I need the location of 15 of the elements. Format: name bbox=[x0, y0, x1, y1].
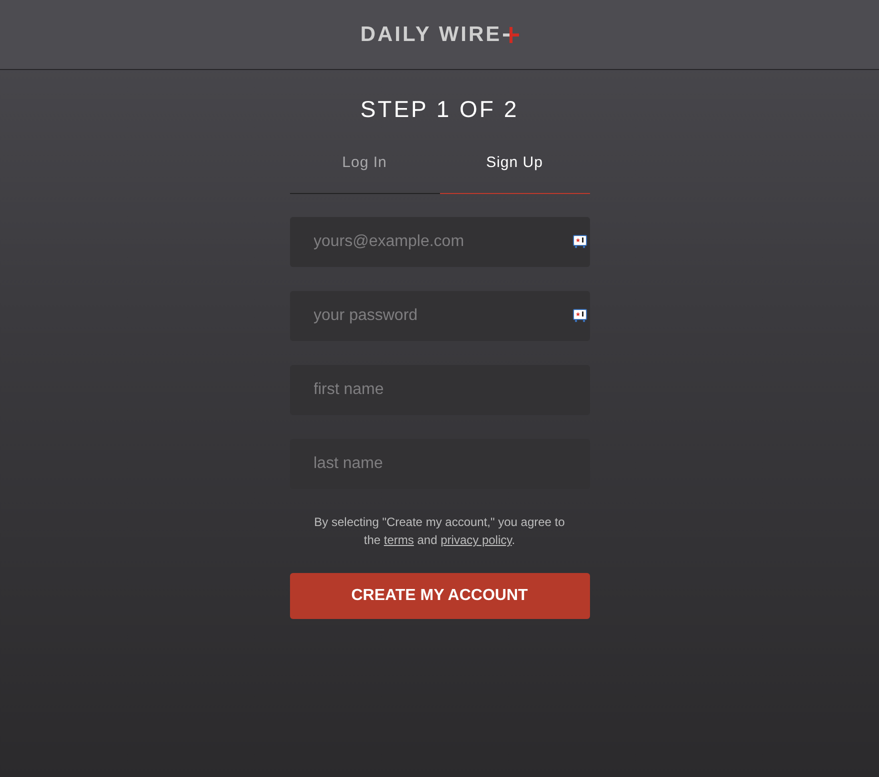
logo-text: DAILY WIRE bbox=[360, 22, 502, 46]
input-field[interactable]: yours@example.com bbox=[290, 217, 590, 267]
tab[interactable]: Log In bbox=[290, 144, 440, 194]
create-account-button[interactable]: CREATE MY ACCOUNT bbox=[290, 573, 590, 619]
privacy-policy-link[interactable]: privacy policy bbox=[440, 533, 512, 547]
input-field[interactable]: your password bbox=[290, 291, 590, 341]
terms-link[interactable]: terms bbox=[384, 533, 414, 547]
password-manager-icon[interactable] bbox=[572, 309, 586, 322]
consent-text: By selecting "Create my account," you agree to the terms and privacy policy. bbox=[313, 514, 566, 549]
plus-icon bbox=[502, 26, 519, 42]
step-title: STEP 1 OF 2 bbox=[359, 96, 520, 123]
password-manager-icon[interactable] bbox=[572, 235, 586, 248]
input-field[interactable]: first name bbox=[290, 365, 590, 415]
input-field[interactable]: last name bbox=[290, 439, 590, 489]
tab[interactable]: Sign Up bbox=[440, 144, 590, 194]
